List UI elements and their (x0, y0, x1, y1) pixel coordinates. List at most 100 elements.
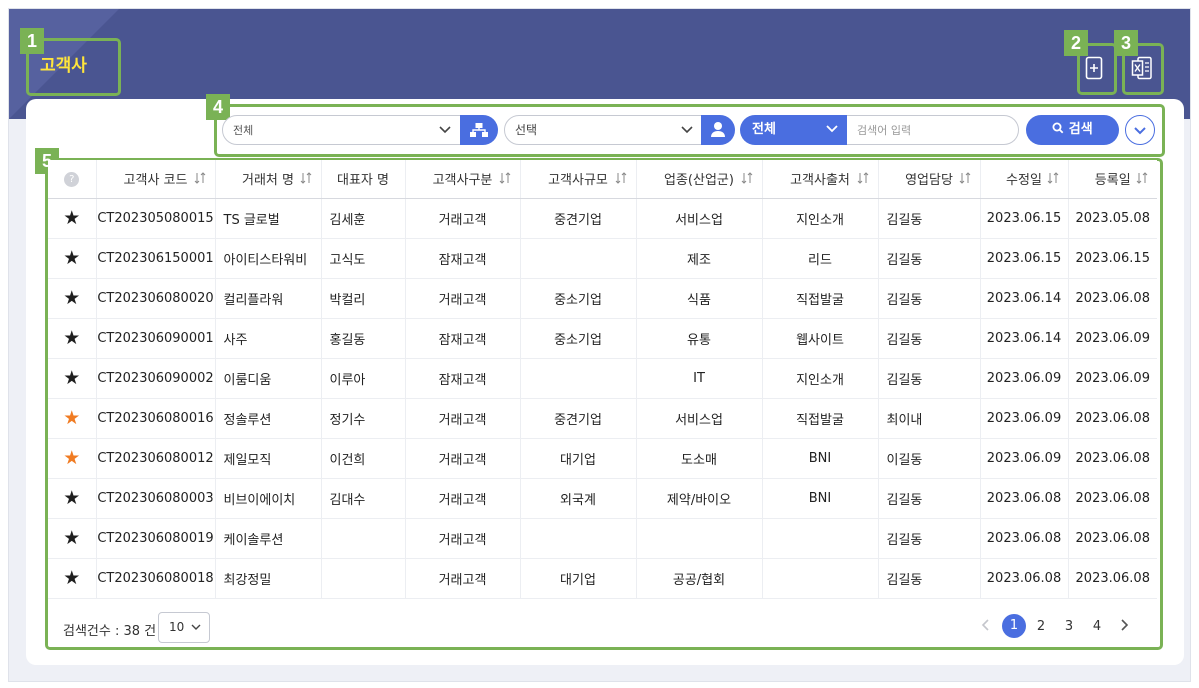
table-row[interactable]: ★ CT202306080019 케이솔루션 거래고객 김길동 2023.06.08 202… (48, 518, 1157, 559)
add-button[interactable] (1085, 56, 1109, 84)
sort-icon (857, 172, 868, 184)
table-row[interactable]: ★ CT202305080015 TS 글로벌 김세훈 거래고객 중견기업 서비스업 지인소개… (48, 198, 1157, 239)
registered-date-cell: 2023.05.08 (1068, 198, 1157, 239)
company-size-cell (520, 358, 637, 399)
column-header[interactable]: 업종(산업군) (636, 160, 763, 199)
table-row[interactable]: ★ CT202306090001 사주 홍길동 잠재고객 중소기업 유통 웹사이트 김길동 202… (48, 318, 1157, 359)
favorite-star-icon[interactable]: ★ (63, 207, 80, 229)
table-row[interactable]: ★ CT202306080020 컬리플라워 박컬리 거래고객 중소기업 식품 직접발굴 김길동… (48, 278, 1157, 319)
chevron-left-icon (981, 619, 989, 631)
prev-page-button[interactable] (978, 614, 994, 640)
table-row[interactable]: ★ CT202306080016 정솔루션 정기수 거래고객 중견기업 서비스업 직접발굴 최이… (48, 398, 1157, 439)
ceo-name-cell: 이건희 (321, 438, 406, 479)
chevron-down-icon (1134, 127, 1146, 135)
customer-code-cell: CT202306080018 (96, 558, 216, 599)
column-header[interactable]: 고객사구분 (405, 160, 521, 199)
modified-date-cell: 2023.06.09 (980, 438, 1069, 479)
page-size-value: 10 (169, 620, 185, 634)
manager-select[interactable]: 선택 (504, 115, 704, 145)
ceo-name-cell (321, 558, 406, 599)
favorite-star-icon[interactable]: ★ (63, 447, 80, 469)
search-button[interactable]: 검색 (1026, 115, 1119, 145)
org-tree-button[interactable] (460, 115, 498, 145)
registered-date-cell: 2023.06.09 (1068, 318, 1157, 359)
favorite-cell: ★ (48, 398, 97, 439)
user-icon (711, 122, 725, 137)
search-input[interactable]: 검색어 입력 (847, 115, 1019, 145)
favorite-star-icon[interactable]: ★ (63, 527, 80, 549)
customer-code-cell: CT202306150001 (96, 238, 216, 279)
page-button-1[interactable]: 1 (1002, 614, 1026, 638)
ceo-name-cell (321, 518, 406, 559)
customer-type-cell: 거래고객 (405, 278, 521, 319)
customer-type-cell: 거래고객 (405, 478, 521, 519)
column-header[interactable]: 수정일 (980, 160, 1069, 199)
source-cell (762, 518, 879, 559)
page-button-4[interactable]: 4 (1088, 614, 1106, 640)
column-header: 대표자 명 (321, 160, 406, 199)
client-name-cell: TS 글로벌 (215, 198, 322, 239)
next-page-button[interactable] (1116, 614, 1132, 640)
chevron-down-icon (439, 126, 451, 134)
table-row[interactable]: ★ CT202306090002 이룸디움 이루아 잠재고객 IT 지인소개 김길동 2023.… (48, 358, 1157, 399)
chevron-down-icon (191, 624, 201, 630)
industry-cell: 제약/바이오 (636, 478, 763, 519)
favorite-star-icon[interactable]: ★ (63, 287, 80, 309)
column-header[interactable]: 고객사출처 (762, 160, 879, 199)
company-size-cell: 대기업 (520, 438, 637, 479)
table-row[interactable]: ★ CT202306150001 아이티스타워비 고식도 잠재고객 제조 리드 김길동 2023… (48, 238, 1157, 279)
customer-code-cell: CT202306080016 (96, 398, 216, 439)
sales-rep-cell: 김길동 (878, 278, 981, 319)
favorite-star-icon[interactable]: ★ (63, 367, 80, 389)
table-row[interactable]: ★ CT202306080003 비브이에이치 김대수 거래고객 외국계 제약/바이오 BNI… (48, 478, 1157, 519)
favorite-star-icon[interactable]: ★ (63, 487, 80, 509)
sales-rep-cell: 김길동 (878, 558, 981, 599)
sort-icon (194, 172, 205, 184)
customer-type-cell: 거래고객 (405, 518, 521, 559)
registered-date-cell: 2023.06.15 (1068, 238, 1157, 279)
table-row[interactable]: ★ CT202306080018 최강정밀 거래고객 대기업 공공/협회 김길동 2023.0… (48, 558, 1157, 599)
sort-icon (1047, 172, 1058, 184)
column-header[interactable]: 영업담당 (878, 160, 981, 199)
company-size-cell (520, 518, 637, 559)
customer-type-cell: 거래고객 (405, 198, 521, 239)
favorite-star-icon[interactable]: ★ (63, 407, 80, 429)
search-scope-select[interactable]: 전체 (740, 115, 848, 145)
source-cell: 지인소개 (762, 358, 879, 399)
ceo-name-cell: 이루아 (321, 358, 406, 399)
page-button-2[interactable]: 2 (1032, 614, 1050, 640)
column-header[interactable]: 거래처 명 (215, 160, 322, 199)
expand-filter-button[interactable] (1125, 115, 1155, 145)
category-select-value: 전체 (233, 124, 254, 137)
customer-code-cell: CT202306080003 (96, 478, 216, 519)
favorite-star-icon[interactable]: ★ (63, 567, 80, 589)
help-icon[interactable]: ? (64, 171, 80, 187)
column-header[interactable]: 등록일 (1068, 160, 1157, 199)
favorite-star-icon[interactable]: ★ (63, 327, 80, 349)
ceo-name-cell: 김세훈 (321, 198, 406, 239)
table-row[interactable]: ★ CT202306080012 제일모직 이건희 거래고객 대기업 도소매 BNI 이길동 20… (48, 438, 1157, 479)
user-pick-button[interactable] (701, 115, 735, 145)
column-header[interactable]: 고객사규모 (520, 160, 637, 199)
category-select[interactable]: 전체 (222, 115, 462, 145)
favorite-cell: ★ (48, 558, 97, 599)
sales-rep-cell: 김길동 (878, 238, 981, 279)
sort-icon (741, 172, 752, 184)
registered-date-cell: 2023.06.08 (1068, 278, 1157, 319)
excel-export-button[interactable] (1131, 56, 1155, 84)
callout-badge-3: 3 (1114, 30, 1138, 56)
favorite-cell: ★ (48, 318, 97, 359)
customer-code-cell: CT202305080015 (96, 198, 216, 239)
column-header[interactable]: 고객사 코드 (96, 160, 216, 199)
industry-cell: 도소매 (636, 438, 763, 479)
sort-icon (300, 172, 311, 184)
industry-cell: 공공/협회 (636, 558, 763, 599)
page-button-3[interactable]: 3 (1060, 614, 1078, 640)
favorite-star-icon[interactable]: ★ (63, 247, 80, 269)
modified-date-cell: 2023.06.15 (980, 238, 1069, 279)
favorite-cell: ★ (48, 358, 97, 399)
ceo-name-cell: 김대수 (321, 478, 406, 519)
org-chart-icon (470, 123, 488, 137)
search-icon (1052, 122, 1064, 134)
page-size-select[interactable]: 10 (158, 612, 210, 643)
